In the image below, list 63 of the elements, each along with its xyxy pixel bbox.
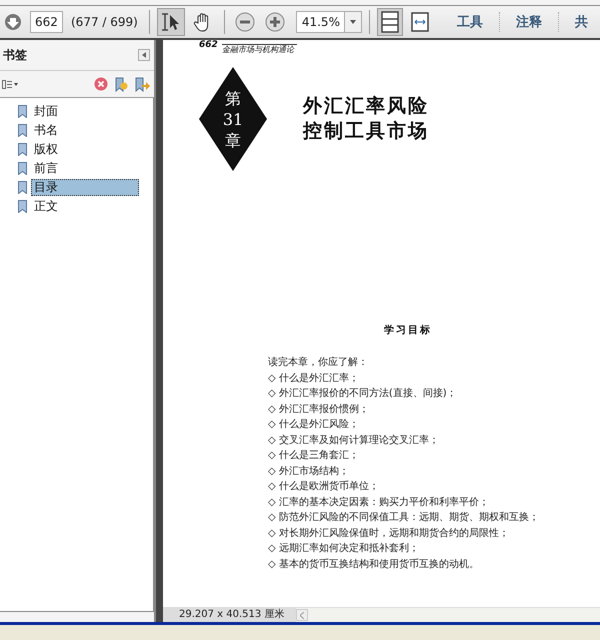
pane-tab[interactable]: 注释 (504, 13, 554, 31)
fit-width-icon (410, 12, 429, 32)
page-header-number: 662 (199, 40, 218, 52)
objective-item: ◇ 防范外汇风险的不同保值工具：远期、期货、期权和互换； (268, 510, 540, 525)
intro-text: 读完本章，你应了解： (268, 356, 369, 370)
bookmark-item[interactable]: 正文 (31, 198, 61, 215)
page-icon (380, 11, 399, 33)
chapter-title-line: 控制工具市场 (303, 119, 429, 144)
collapse-button[interactable] (138, 49, 150, 61)
objective-item: ◇ 交叉汇率及如何计算理论交叉汇率； (268, 434, 440, 448)
panel-title: 书签 (3, 46, 27, 64)
new-bookmark-button[interactable] (114, 76, 128, 92)
bookmark-icon (18, 124, 27, 137)
objective-item: ◇ 外汇汇率报价的不同方法(直接、间接)； (268, 386, 458, 401)
page-header-title: 金融市场与机构通论 (222, 45, 296, 55)
bookmark-item[interactable]: 前言 (31, 160, 61, 177)
bookmark-item[interactable]: 书名 (31, 122, 61, 139)
chapter-word: 章 (225, 130, 241, 150)
objective-item: ◇ 外汇市场结构； (268, 464, 350, 478)
objective-item: ◇ 对长期外汇风险保值时，远期和期货合约的局限性； (268, 526, 510, 540)
objective-item: ◇ 汇率的基本决定因素：购买力平价和利率平价； (268, 496, 490, 510)
objective-item: ◇ 基本的货币互换结构和使用货币互换的动机。 (268, 558, 480, 572)
select-tool-button[interactable] (156, 8, 185, 36)
list-icon (2, 80, 18, 88)
options-menu-button[interactable] (2, 80, 18, 88)
page-size-label: 29.207 x 40.513 厘米 (163, 608, 296, 622)
bookmark-item[interactable]: 封面 (31, 103, 61, 120)
scroll-left-button[interactable] (296, 609, 308, 621)
chapter-title-line: 外汇汇率风险 (303, 94, 429, 119)
plus-icon (264, 12, 285, 32)
zoom-field[interactable]: 41.5% (296, 11, 344, 33)
zoom-dropdown-button[interactable] (344, 11, 362, 33)
bookmark-icon (18, 200, 27, 213)
pane-tab[interactable]: 工具 (445, 13, 495, 31)
bookmark-icon (18, 162, 27, 175)
bookmark-move-icon (134, 76, 150, 92)
page-number-field[interactable]: 662 (30, 11, 63, 33)
caret-icon (350, 20, 356, 24)
chapter-number: 31 (222, 108, 244, 130)
objective-item: ◇ 什么是欧洲货币单位； (268, 480, 380, 494)
bookmark-icon (18, 143, 27, 156)
bookmark-icon (18, 181, 27, 194)
bookmark-item[interactable]: 版权 (31, 141, 61, 158)
objective-item: ◇ 远期汇率如何决定和抵补套利； (268, 542, 420, 556)
delete-button[interactable] (94, 77, 108, 91)
page-count: (677 / 699) (71, 15, 138, 29)
bookmark-item[interactable]: 目录 (31, 179, 139, 196)
objective-item: ◇ 什么是三角套汇； (268, 449, 360, 463)
objective-item: ◇ 什么是外汇风险； (268, 418, 360, 432)
chevron-left-icon (300, 612, 304, 618)
objective-item: ◇ 外汇汇率报价惯例； (268, 402, 370, 416)
section-heading: 学习目标 (384, 324, 433, 337)
bookmark-plus-icon (114, 76, 128, 92)
objective-item: ◇ 什么是外汇汇率； (268, 372, 360, 386)
pane-tab[interactable]: 共 (563, 13, 600, 31)
delete-glyph (94, 77, 108, 91)
caret-icon (142, 52, 146, 58)
chapter-word: 第 (225, 88, 241, 108)
minus-icon (234, 12, 255, 32)
bookmark-icon (18, 105, 27, 118)
cursor-icon (160, 11, 182, 33)
fit-page-button[interactable] (376, 8, 403, 36)
move-bookmark-button[interactable] (134, 76, 150, 92)
